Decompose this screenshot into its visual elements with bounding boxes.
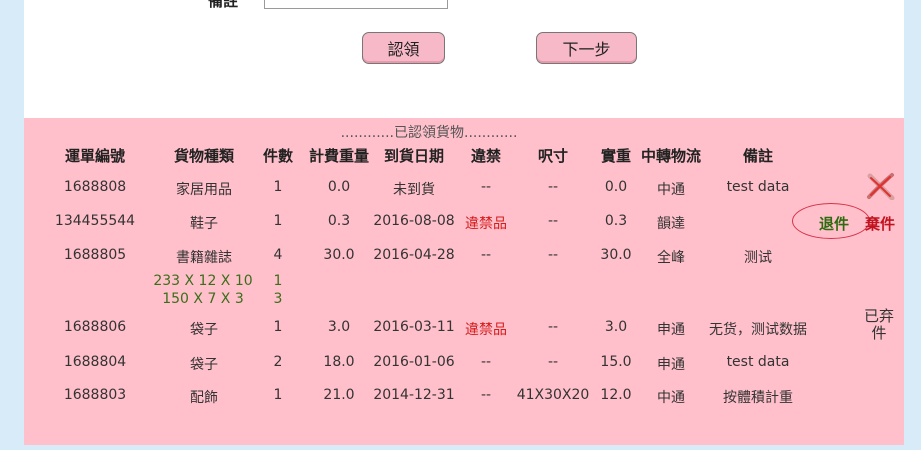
cell-qty: 4 — [273, 247, 283, 263]
cell-dimensions: -- — [547, 179, 559, 195]
cell-goods-type: 家居用品 — [176, 182, 232, 198]
cell-goods-type: 配飾 — [190, 390, 218, 406]
return-button[interactable]: 退件 — [819, 213, 849, 234]
cell-arrival-date: 2016-01-06 — [373, 354, 455, 370]
cell-logistics: 中通 — [657, 182, 685, 198]
cell-logistics: 全峰 — [657, 250, 685, 266]
claim-button[interactable]: 認領 — [362, 32, 445, 64]
cell-charge-weight: 21.0 — [323, 387, 355, 403]
cell-goods-type: 袋子 — [190, 357, 218, 373]
cell-logistics: 韻達 — [657, 216, 685, 232]
cell-remark: 测试 — [744, 250, 772, 266]
header-actual-weight: 實重 — [600, 147, 632, 165]
cell-contraband: -- — [480, 179, 492, 195]
table-row: 134455544 鞋子 1 0.3 2016-08-08 違禁品 -- 0.3… — [24, 213, 904, 237]
cell-waybill: 1688808 — [63, 179, 127, 195]
cell-remark: 按體積計重 — [723, 390, 793, 406]
header-contraband: 違禁 — [470, 147, 502, 165]
cell-contraband-flag: 違禁品 — [465, 216, 507, 232]
cell-dimensions: 41X30X20 — [516, 387, 590, 403]
remark-input[interactable] — [264, 0, 448, 9]
header-arrival-date: 到貨日期 — [383, 147, 445, 165]
cell-charge-weight: 3.0 — [327, 319, 351, 335]
abandoned-status: 已弃件 — [864, 307, 895, 342]
table-row: 1688806 袋子 1 3.0 2016-03-11 違禁品 -- 3.0 申… — [24, 319, 904, 343]
cell-dimensions: -- — [547, 213, 559, 229]
cell-contraband-flag: 違禁品 — [465, 322, 507, 338]
cell-waybill: 1688803 — [63, 387, 127, 403]
cell-waybill: 1688806 — [63, 319, 127, 335]
header-remark: 備註 — [742, 147, 774, 165]
cell-remark: 无货，测试数据 — [709, 322, 807, 338]
cell-waybill: 1688805 — [63, 247, 127, 263]
sub-item-dimensions: 150 X 7 X 3 — [162, 291, 244, 307]
cell-arrival-date: 2016-03-11 — [373, 319, 455, 335]
cell-actual-weight: 15.0 — [600, 354, 632, 370]
remark-label: 備註 — [208, 0, 239, 10]
cell-remark: test data — [726, 354, 790, 370]
cell-arrival-date: 2016-04-28 — [373, 247, 455, 263]
table-row: 1688804 袋子 2 18.0 2016-01-06 -- -- 15.0 … — [24, 354, 904, 378]
header-charge-weight: 計費重量 — [308, 147, 370, 165]
header-waybill: 運單編號 — [64, 147, 126, 165]
cell-remark: test data — [726, 179, 790, 195]
cell-contraband: -- — [480, 387, 492, 403]
table-row: 1688803 配飾 1 21.0 2014-12-31 -- 41X30X20… — [24, 387, 904, 411]
red-x-icon[interactable] — [866, 172, 896, 200]
cell-waybill: 134455544 — [54, 213, 136, 229]
cell-charge-weight: 18.0 — [323, 354, 355, 370]
next-step-button[interactable]: 下一步 — [536, 32, 637, 64]
header-logistics: 中轉物流 — [640, 147, 702, 165]
header-dimensions: 呎寸 — [537, 147, 569, 165]
cell-qty: 1 — [273, 387, 283, 403]
cell-charge-weight: 0.3 — [327, 213, 351, 229]
abandon-button[interactable]: 棄件 — [865, 213, 895, 234]
cell-qty: 1 — [273, 213, 283, 229]
cell-actual-weight: 0.3 — [604, 213, 628, 229]
sub-item-qty: 3 — [273, 291, 283, 307]
cell-dimensions: -- — [547, 354, 559, 370]
cell-qty: 1 — [273, 319, 283, 335]
header-qty: 件數 — [262, 147, 294, 165]
cell-dimensions: -- — [547, 319, 559, 335]
cell-actual-weight: 12.0 — [600, 387, 632, 403]
cell-charge-weight: 30.0 — [323, 247, 355, 263]
sub-item-dimensions: 233 X 12 X 10 — [153, 273, 253, 289]
cell-arrival-date: 2016-08-08 — [373, 213, 455, 229]
cell-arrival-date: 未到貨 — [393, 182, 435, 198]
cell-charge-weight: 0.0 — [327, 179, 351, 195]
cell-logistics: 申通 — [657, 357, 685, 373]
header-goods-type: 貨物種類 — [173, 147, 235, 165]
claimed-goods-panel: ............已認領貨物............ 運單編號 貨物種類 … — [24, 118, 904, 445]
cell-actual-weight: 3.0 — [604, 319, 628, 335]
cell-goods-type: 書籍雜誌 — [176, 250, 232, 266]
table-row: 1688805 書籍雜誌 4 30.0 2016-04-28 -- -- 30.… — [24, 247, 904, 271]
table-row: 1688808 家居用品 1 0.0 未到貨 -- -- 0.0 中通 test… — [24, 179, 904, 203]
sub-item-qty: 1 — [273, 273, 283, 289]
cell-contraband: -- — [480, 247, 492, 263]
cell-logistics: 申通 — [657, 322, 685, 338]
cell-waybill: 1688804 — [63, 354, 127, 370]
cell-arrival-date: 2014-12-31 — [373, 387, 455, 403]
cell-actual-weight: 30.0 — [600, 247, 632, 263]
cell-actual-weight: 0.0 — [604, 179, 628, 195]
cell-goods-type: 鞋子 — [190, 216, 218, 232]
cell-qty: 1 — [273, 179, 283, 195]
claimed-goods-title: ............已認領貨物............ — [340, 125, 518, 141]
cell-logistics: 中通 — [657, 390, 685, 406]
cell-contraband: -- — [480, 354, 492, 370]
cell-qty: 2 — [273, 354, 283, 370]
cell-goods-type: 袋子 — [190, 322, 218, 338]
claim-form-panel: 備註 認領 下一步 — [24, 0, 904, 118]
cell-dimensions: -- — [547, 247, 559, 263]
